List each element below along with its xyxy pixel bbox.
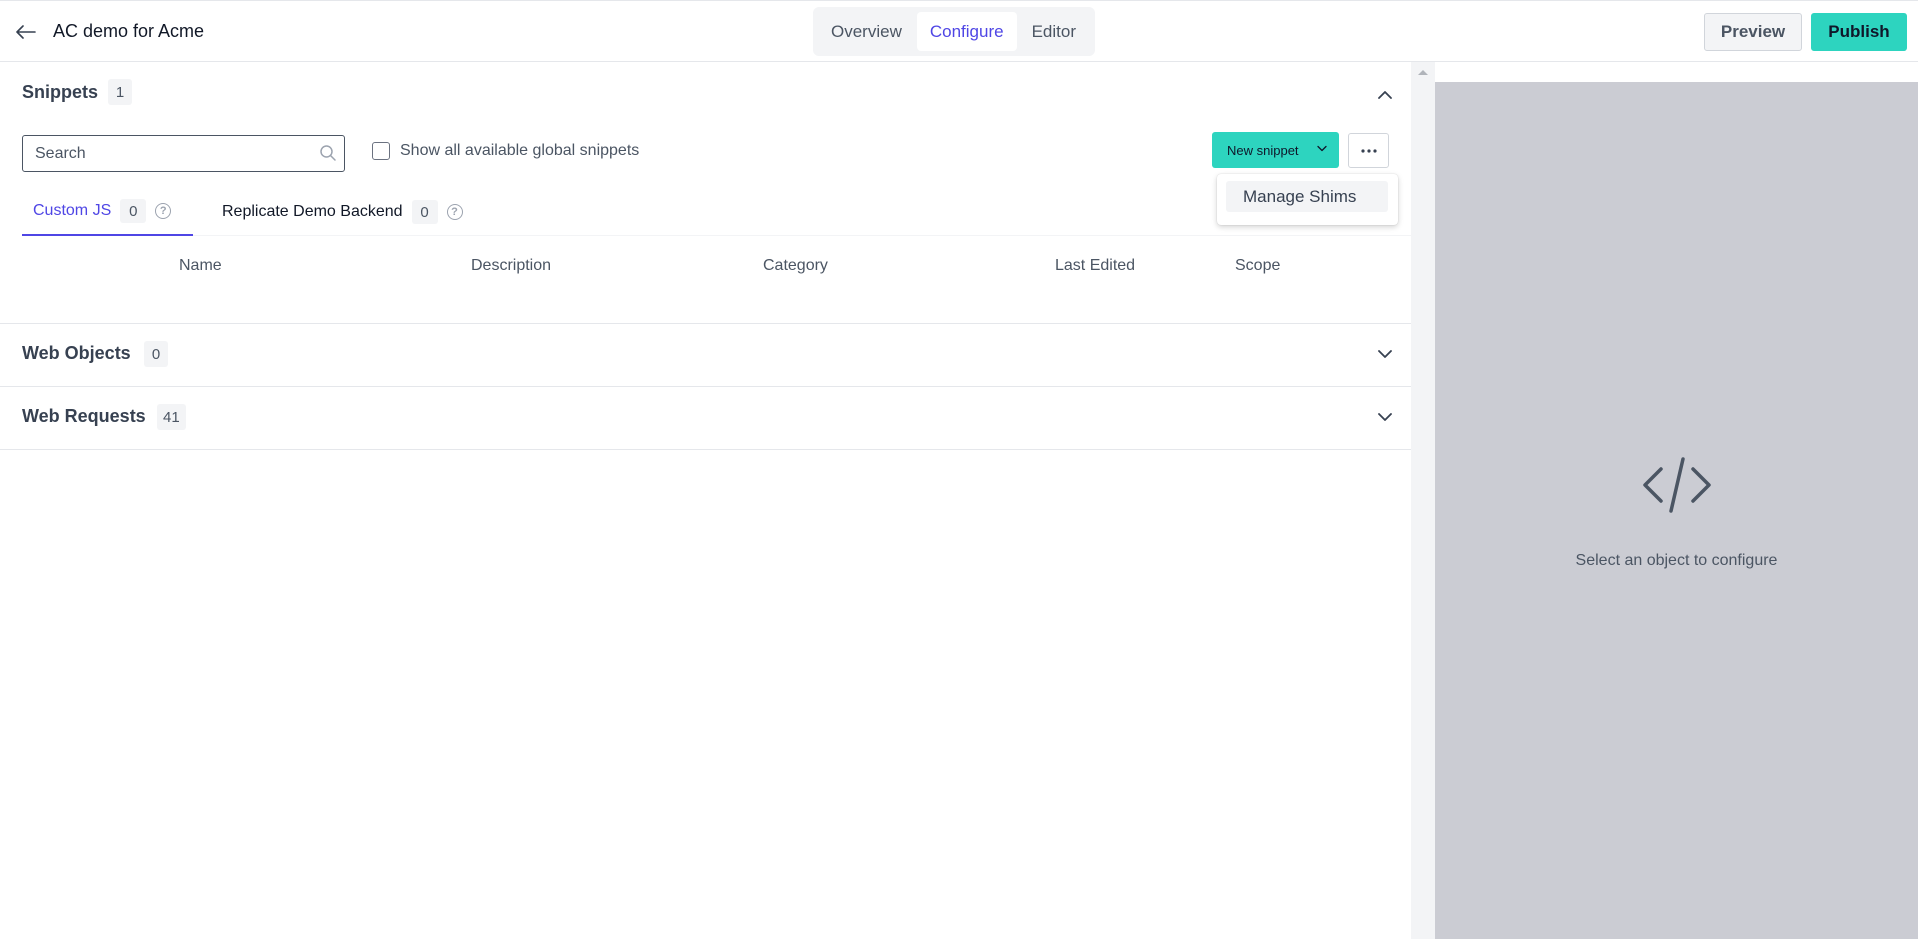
- snippets-count-badge: 1: [108, 79, 132, 105]
- snippets-title: Snippets: [22, 82, 99, 102]
- column-header-scope[interactable]: Scope: [1235, 257, 1280, 275]
- column-header-description[interactable]: Description: [471, 257, 551, 275]
- arrow-left-icon: [16, 25, 36, 39]
- show-global-snippets-option[interactable]: Show all available global snippets: [372, 142, 639, 160]
- subtab-custom-js[interactable]: Custom JS 0 ?: [22, 188, 193, 236]
- subtab-replicate-demo-backend-label: Replicate Demo Backend: [222, 203, 403, 220]
- snippets-collapse-toggle[interactable]: [1374, 83, 1396, 105]
- chevron-down-icon: [1317, 145, 1327, 152]
- back-button[interactable]: [12, 18, 40, 46]
- web-requests-expand-toggle[interactable]: [1374, 406, 1396, 428]
- empty-state-message: Select an object to configure: [1575, 552, 1778, 569]
- chevron-up-icon: [1378, 90, 1392, 99]
- search-field[interactable]: [22, 135, 345, 172]
- web-objects-title: Web Objects: [22, 343, 131, 363]
- top-bar: AC demo for Acme Overview Configure Edit…: [0, 0, 1918, 62]
- web-objects-section-header[interactable]: Web Objects 0: [0, 324, 1411, 386]
- chevron-down-icon: [1378, 412, 1392, 421]
- tab-configure[interactable]: Configure: [916, 12, 1017, 51]
- code-icon: [1643, 457, 1711, 513]
- snippets-section-header[interactable]: Snippets 1: [0, 62, 1411, 124]
- new-snippet-button[interactable]: New snippet: [1212, 132, 1339, 168]
- snippet-subtabs: Custom JS 0 ? Replicate Demo Backend 0 ?: [22, 188, 1411, 236]
- column-header-last-edited[interactable]: Last Edited: [1055, 257, 1135, 275]
- column-header-category[interactable]: Category: [763, 257, 828, 275]
- web-requests-count-badge: 41: [157, 404, 186, 430]
- web-requests-title: Web Requests: [22, 406, 146, 426]
- scrollbar[interactable]: [1411, 62, 1435, 939]
- main-panel: Snippets 1 Show all available global sni…: [0, 62, 1411, 939]
- search-icon: [320, 145, 336, 161]
- search-input[interactable]: [35, 142, 305, 166]
- tab-overview[interactable]: Overview: [818, 12, 915, 51]
- subtab-replicate-demo-backend-count: 0: [411, 200, 438, 224]
- tab-editor[interactable]: Editor: [1019, 12, 1089, 51]
- subtab-custom-js-count: 0: [120, 199, 147, 223]
- object-config-panel: Select an object to configure: [1435, 82, 1918, 939]
- page-title: AC demo for Acme: [53, 21, 205, 41]
- publish-button[interactable]: Publish: [1811, 13, 1907, 51]
- web-objects-count-badge: 0: [144, 341, 168, 367]
- more-options-button[interactable]: [1348, 133, 1389, 168]
- subtab-custom-js-label: Custom JS: [33, 202, 112, 219]
- show-global-snippets-checkbox[interactable]: [372, 142, 390, 160]
- show-global-snippets-label: Show all available global snippets: [400, 142, 640, 159]
- help-circle-icon[interactable]: ?: [155, 203, 172, 219]
- web-requests-section-header[interactable]: Web Requests 41: [0, 387, 1411, 449]
- help-circle-icon[interactable]: ?: [446, 204, 463, 220]
- preview-button[interactable]: Preview: [1704, 13, 1802, 51]
- chevron-down-icon: [1378, 349, 1392, 358]
- section-divider: [0, 449, 1411, 450]
- subtab-replicate-demo-backend[interactable]: Replicate Demo Backend 0 ?: [222, 188, 463, 236]
- web-objects-expand-toggle[interactable]: [1374, 343, 1396, 365]
- more-horizontal-icon: [1360, 148, 1377, 153]
- new-snippet-label: New snippet: [1227, 142, 1299, 158]
- view-tabs: Overview Configure Editor: [813, 7, 1095, 56]
- scroll-up-arrow-icon[interactable]: [1418, 70, 1428, 75]
- column-header-name[interactable]: Name: [179, 257, 222, 275]
